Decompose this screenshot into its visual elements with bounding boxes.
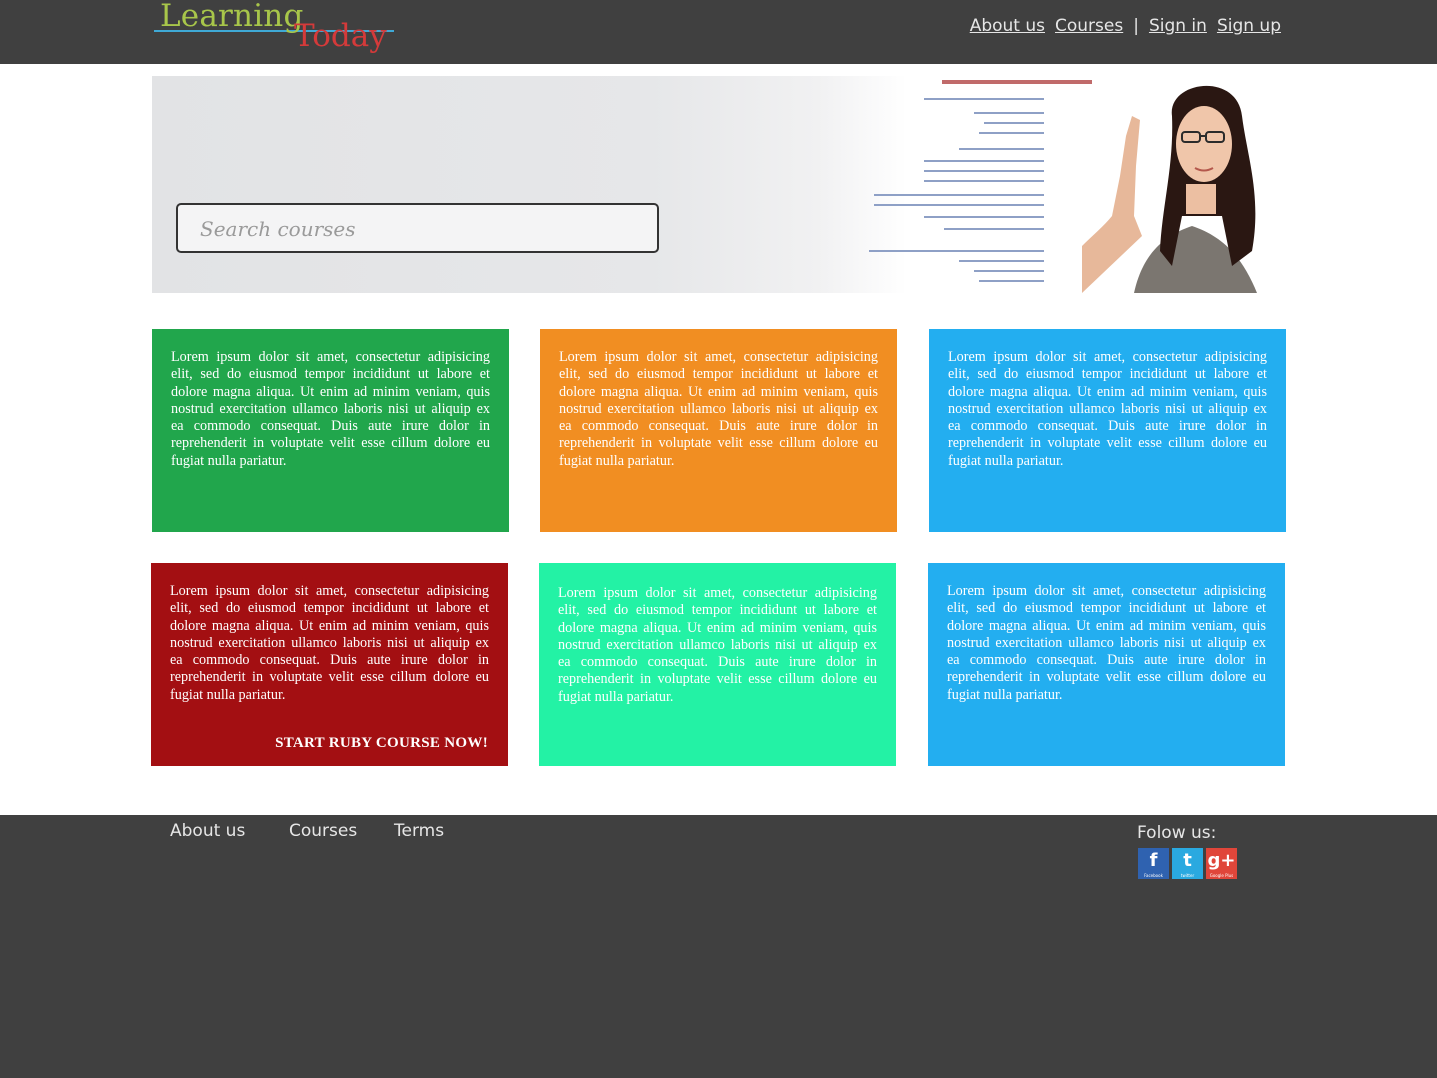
- top-nav: About us Courses | Sign in Sign up: [960, 16, 1281, 36]
- course-card-text: Lorem ipsum dolor sit amet, consectetur …: [947, 583, 1266, 703]
- course-card[interactable]: Lorem ipsum dolor sit amet, consectetur …: [152, 329, 509, 532]
- nav-sign-up-link[interactable]: Sign up: [1217, 16, 1281, 36]
- course-card-text: Lorem ipsum dolor sit amet, consectetur …: [558, 585, 877, 705]
- google-plus-glyph: g+: [1207, 850, 1236, 871]
- page-footer: About us Courses Terms Folow us: f Faceb…: [0, 815, 1437, 1078]
- facebook-glyph: f: [1149, 850, 1158, 871]
- follow-us-label: Folow us:: [1137, 823, 1217, 843]
- course-card-text: Lorem ipsum dolor sit amet, consectetur …: [171, 349, 490, 469]
- site-logo[interactable]: Learning Today: [154, 0, 394, 64]
- twitter-icon[interactable]: t twitter: [1172, 848, 1203, 879]
- nav-sign-in-link[interactable]: Sign in: [1149, 16, 1207, 36]
- twitter-glyph: t: [1183, 850, 1192, 871]
- course-card[interactable]: Lorem ipsum dolor sit amet, consectetur …: [540, 329, 897, 532]
- course-card[interactable]: Lorem ipsum dolor sit amet, consectetur …: [929, 329, 1286, 532]
- nav-about-us-link[interactable]: About us: [970, 16, 1045, 36]
- hero-code-graphic: [864, 82, 1094, 292]
- google-plus-icon[interactable]: g+ Google Plus: [1206, 848, 1237, 879]
- footer-about-us-link[interactable]: About us: [170, 821, 245, 841]
- course-card-text: Lorem ipsum dolor sit amet, consectetur …: [948, 349, 1267, 469]
- google-plus-caption: Google Plus: [1209, 873, 1234, 878]
- course-card[interactable]: Lorem ipsum dolor sit amet, consectetur …: [539, 563, 896, 766]
- top-header: Learning Today About us Courses | Sign i…: [0, 0, 1437, 64]
- course-card-ruby[interactable]: Lorem ipsum dolor sit amet, consectetur …: [151, 563, 508, 766]
- course-card-text: Lorem ipsum dolor sit amet, consectetur …: [170, 583, 489, 703]
- nav-courses-link[interactable]: Courses: [1055, 16, 1123, 36]
- course-card[interactable]: Lorem ipsum dolor sit amet, consectetur …: [928, 563, 1285, 766]
- logo-word-today: Today: [294, 18, 387, 54]
- search-courses-input[interactable]: [198, 205, 642, 253]
- hero-woman-photo: [1082, 85, 1257, 293]
- course-card-text: Lorem ipsum dolor sit amet, consectetur …: [559, 349, 878, 469]
- facebook-icon[interactable]: f Facebook: [1138, 848, 1169, 879]
- twitter-caption: twitter: [1180, 873, 1195, 878]
- nav-separator: |: [1133, 16, 1139, 36]
- logo-word-learning: Learning: [160, 0, 304, 34]
- footer-terms-link[interactable]: Terms: [394, 821, 444, 841]
- facebook-caption: Facebook: [1144, 873, 1163, 878]
- start-ruby-course-link[interactable]: START RUBY COURSE NOW!: [275, 735, 488, 752]
- hero-banner: [152, 76, 1262, 293]
- search-courses-box: [176, 203, 659, 253]
- footer-courses-link[interactable]: Courses: [289, 821, 357, 841]
